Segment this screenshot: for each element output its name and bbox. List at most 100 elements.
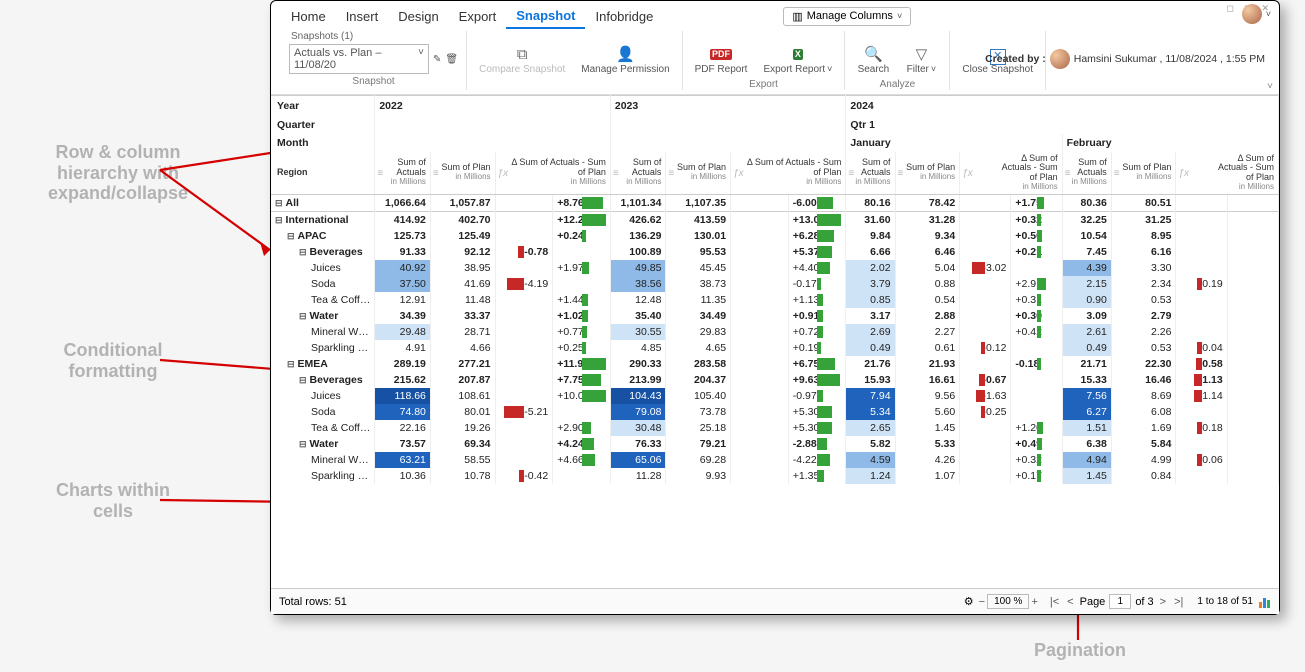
manage-permission-button[interactable]: 👤 Manage Permission bbox=[577, 43, 673, 78]
next-page-button[interactable]: > bbox=[1158, 596, 1168, 608]
expand-toggle[interactable]: ⊟ bbox=[299, 311, 307, 321]
cell-value: 413.59 bbox=[666, 211, 731, 228]
expand-toggle[interactable]: ⊟ bbox=[287, 359, 295, 369]
row-label[interactable]: Juices bbox=[271, 260, 375, 276]
cell-delta-neg bbox=[731, 324, 789, 340]
cell-value: 10.78 bbox=[430, 468, 495, 484]
chevron-down-icon[interactable]: ˅ bbox=[1266, 9, 1271, 19]
expand-toggle[interactable]: ⊟ bbox=[275, 198, 283, 208]
menu-home[interactable]: Home bbox=[281, 5, 336, 28]
cell-value: 0.53 bbox=[1111, 340, 1176, 356]
expand-toggle[interactable]: ⊟ bbox=[275, 215, 283, 225]
column-header[interactable]: ≡Sum of Planin Millions bbox=[430, 152, 495, 195]
menu-snapshot[interactable]: Snapshot bbox=[506, 4, 585, 29]
column-header[interactable]: ≡Sum of Planin Millions bbox=[666, 152, 731, 195]
column-header[interactable]: ≡Sum ofActualsin Millions bbox=[610, 152, 666, 195]
column-header[interactable]: ≡Sum of Planin Millions bbox=[1111, 152, 1176, 195]
cell-value: 10.36 bbox=[375, 468, 431, 484]
prev-page-button[interactable]: < bbox=[1065, 596, 1075, 608]
row-label[interactable]: ⊟Beverages bbox=[271, 244, 375, 260]
row-label[interactable]: Tea & Coff… bbox=[271, 292, 375, 308]
cell-value: 11.35 bbox=[666, 292, 731, 308]
row-label[interactable]: ⊟Water bbox=[271, 308, 375, 324]
page-input[interactable] bbox=[1109, 594, 1131, 609]
cell-delta-neg bbox=[731, 372, 789, 388]
table-row: Soda37.5041.69-4.1938.5638.73-0.173.790.… bbox=[271, 276, 1279, 292]
column-header[interactable]: ≡Sum ofActualsin Millions bbox=[1062, 152, 1111, 195]
cell-value: 74.80 bbox=[375, 404, 431, 420]
snapshot-select[interactable]: Actuals vs. Plan – 11/08/20 bbox=[289, 44, 429, 74]
menu-insert[interactable]: Insert bbox=[336, 5, 389, 28]
cell-delta-neg bbox=[1176, 244, 1227, 260]
column-header[interactable]: ≡Sum ofActualsin Millions bbox=[375, 152, 431, 195]
filter-icon: ▽ bbox=[911, 45, 931, 65]
cell-delta-neg bbox=[1176, 436, 1227, 452]
menu-export[interactable]: Export bbox=[449, 5, 507, 28]
column-header[interactable]: ≡Sum ofActualsin Millions bbox=[846, 152, 895, 195]
column-header-delta[interactable]: ƒxΔ Sum of Actuals - Sumof Planin Millio… bbox=[731, 152, 846, 195]
cell-value: 2.61 bbox=[1062, 324, 1111, 340]
row-label[interactable]: Sparkling … bbox=[271, 468, 375, 484]
column-header-delta[interactable]: ƒxΔ Sum of Actuals - Sumof Planin Millio… bbox=[495, 152, 610, 195]
row-label[interactable]: ⊟APAC bbox=[271, 228, 375, 244]
ribbon-expand-toggle[interactable]: ˅ bbox=[1267, 81, 1273, 92]
row-label[interactable]: Mineral W… bbox=[271, 324, 375, 340]
row-label[interactable]: ⊟Water bbox=[271, 436, 375, 452]
edit-icon[interactable]: ✎ bbox=[433, 54, 441, 65]
expand-toggle[interactable]: ⊟ bbox=[287, 231, 295, 241]
cell-delta-pos bbox=[1227, 260, 1278, 276]
export-report-button[interactable]: X Export Report˅ bbox=[759, 43, 836, 78]
search-button[interactable]: 🔍 Search bbox=[853, 43, 893, 78]
row-label[interactable]: Sparkling … bbox=[271, 340, 375, 356]
expand-toggle[interactable]: ⊟ bbox=[299, 247, 307, 257]
row-label[interactable]: Mineral W… bbox=[271, 452, 375, 468]
compare-icon: ⧉ bbox=[512, 45, 532, 65]
row-label[interactable]: Tea & Coff… bbox=[271, 420, 375, 436]
chart-icon[interactable] bbox=[1259, 596, 1271, 608]
row-label[interactable]: ⊟All bbox=[271, 194, 375, 211]
pdf-report-button[interactable]: PDF PDF Report bbox=[691, 43, 752, 78]
cell-value: 38.56 bbox=[610, 276, 666, 292]
cell-delta-pos: +0.49 bbox=[1011, 436, 1062, 452]
zoom-in-button[interactable]: + bbox=[1029, 596, 1039, 608]
settings-icon[interactable]: ⚙ bbox=[964, 595, 974, 608]
cell-value: 78.42 bbox=[895, 194, 960, 211]
cell-value: 136.29 bbox=[610, 228, 666, 244]
data-grid[interactable]: Year202220232024QuarterQtr 1MonthJanuary… bbox=[271, 95, 1279, 588]
cell-delta-neg bbox=[731, 194, 789, 211]
row-label[interactable]: ⊟International bbox=[271, 211, 375, 228]
row-label[interactable]: ⊟Beverages bbox=[271, 372, 375, 388]
menu-design[interactable]: Design bbox=[388, 5, 448, 28]
first-page-button[interactable]: |< bbox=[1048, 596, 1061, 608]
cell-delta-pos bbox=[1227, 292, 1278, 308]
cell-value: 95.53 bbox=[666, 244, 731, 260]
row-label[interactable]: Soda bbox=[271, 276, 375, 292]
column-header-delta[interactable]: ƒxΔ Sum ofActuals - Sumof Planin Million… bbox=[1176, 152, 1279, 195]
expand-toggle[interactable]: ⊟ bbox=[299, 375, 307, 385]
row-label[interactable]: ⊟EMEA bbox=[271, 356, 375, 372]
filter-button[interactable]: ▽ Filter˅ bbox=[901, 43, 941, 78]
manage-columns-button[interactable]: ▥ Manage Columns ˅ bbox=[783, 7, 911, 26]
zoom-out-button[interactable]: − bbox=[977, 596, 987, 608]
column-header-delta[interactable]: ƒxΔ Sum ofActuals - Sumof Planin Million… bbox=[960, 152, 1062, 195]
menu-infobridge[interactable]: Infobridge bbox=[585, 5, 663, 28]
cell-value: 1.24 bbox=[846, 468, 895, 484]
user-avatar[interactable] bbox=[1242, 4, 1262, 24]
cell-delta-neg bbox=[960, 468, 1011, 484]
cell-value: 79.21 bbox=[666, 436, 731, 452]
zoom-level[interactable]: 100 % bbox=[987, 594, 1029, 609]
row-label[interactable]: Juices bbox=[271, 388, 375, 404]
table-row: ⊟EMEA289.19277.21+11.98290.33283.58+6.75… bbox=[271, 356, 1279, 372]
column-header[interactable]: ≡Sum of Planin Millions bbox=[895, 152, 960, 195]
row-label[interactable]: Soda bbox=[271, 404, 375, 420]
cell-value: 1,107.35 bbox=[666, 194, 731, 211]
last-page-button[interactable]: >| bbox=[1172, 596, 1185, 608]
cell-delta-neg bbox=[731, 436, 789, 452]
table-row: Soda74.8080.01-5.2179.0873.78+5.305.345.… bbox=[271, 404, 1279, 420]
expand-toggle[interactable]: ⊟ bbox=[299, 439, 307, 449]
cell-delta-pos: -0.97 bbox=[788, 388, 846, 404]
cell-delta-pos bbox=[1227, 436, 1278, 452]
cell-value: 8.69 bbox=[1111, 388, 1176, 404]
delete-icon[interactable]: 🗑 bbox=[445, 54, 458, 65]
cell-delta-neg bbox=[960, 194, 1011, 211]
